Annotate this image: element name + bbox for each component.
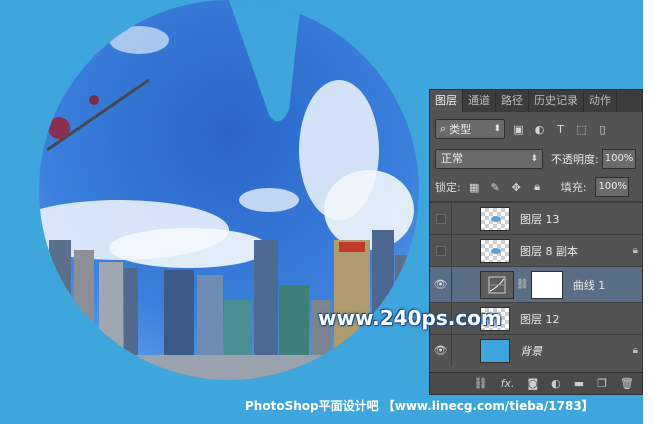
tab-layers[interactable]: 图层 — [430, 90, 463, 112]
adjustment-filter-icon[interactable]: ◐ — [532, 122, 547, 137]
lock-label: 锁定: — [435, 181, 461, 194]
lock-move-icon[interactable]: ✥ — [509, 180, 524, 195]
kind-filter-label: 类型 — [449, 123, 472, 136]
visibility-toggle[interactable] — [430, 235, 452, 266]
layer-row-selected[interactable]: 👁︎ ⛓︎ 曲线 1 — [430, 266, 642, 302]
lock-icon: 🔒︎ — [632, 345, 638, 356]
trash-icon[interactable]: 🗑︎ — [620, 377, 634, 390]
layer-name: 图层 13 — [520, 212, 560, 226]
folder-icon[interactable]: ▬ — [574, 377, 584, 390]
visibility-toggle[interactable]: 👁︎ — [430, 335, 452, 366]
tab-history[interactable]: 历史记录 — [529, 90, 584, 112]
blend-row: 正常 ⬍ 不透明度: 100% — [435, 148, 639, 170]
layer-name: 图层 12 — [520, 312, 560, 326]
layer-row[interactable]: 图层 13 — [430, 202, 642, 234]
kind-filter-select[interactable]: ⌕ 类型 ⬍ — [435, 119, 505, 139]
lock-icon: 🔒︎ — [632, 245, 638, 256]
fill-label: 填充: — [560, 181, 587, 194]
opacity-label: 不透明度: — [551, 153, 599, 166]
mask-icon[interactable]: ◙ — [527, 377, 538, 390]
layer-name: 图层 8 副本 — [520, 244, 578, 258]
link-icon[interactable]: ⛓︎ — [474, 377, 488, 390]
background-thumbnail — [480, 338, 510, 363]
search-icon: ⌕ — [440, 122, 447, 135]
image-filter-icon[interactable]: ▣ — [511, 122, 526, 137]
site-watermark: www.240ps.com — [318, 306, 502, 330]
eye-icon: 👁︎ — [433, 344, 448, 357]
chevron-down-icon: ⬍ — [493, 124, 501, 134]
smart-object-filter-icon[interactable]: ▯ — [595, 122, 610, 137]
lock-paint-icon[interactable]: ✎ — [488, 180, 503, 195]
opacity-input[interactable]: 100% — [601, 149, 636, 169]
fx-icon[interactable]: fx. — [501, 377, 515, 390]
footer-watermark: PhotoShop平面设计吧 【www.linecg.com/tieba/178… — [245, 399, 594, 413]
layer-row[interactable]: 👁︎ 背景 🔒︎ — [430, 334, 642, 366]
blend-mode-select[interactable]: 正常 ⬍ — [435, 149, 543, 169]
lock-row: 锁定: ▦ ✎ ✥ 🔒︎ 填充: 100% — [435, 177, 639, 197]
curves-adjustment-icon — [480, 270, 514, 299]
filter-row: ⌕ 类型 ⬍ ▣ ◐ T ⬚ ▯ — [435, 118, 639, 140]
layer-name: 曲线 1 — [572, 278, 606, 292]
blend-mode-value: 正常 — [441, 152, 463, 165]
tab-paths[interactable]: 路径 — [496, 90, 529, 112]
layers-panel: 图层 通道 路径 历史记录 动作 ⌕ 类型 ⬍ ▣ ◐ T ⬚ ▯ 正常 ⬍ 不… — [429, 89, 643, 395]
link-icon[interactable]: ⛓︎ — [516, 279, 529, 290]
layer-thumbnail — [480, 206, 510, 231]
lock-all-icon[interactable]: 🔒︎ — [530, 180, 545, 195]
layer-row[interactable]: 图层 8 副本 🔒︎ — [430, 234, 642, 266]
hidden-box-icon — [435, 245, 446, 256]
lock-transparent-icon[interactable]: ▦ — [467, 180, 482, 195]
chevron-updown-icon: ⬍ — [530, 154, 538, 164]
layer-thumbnail — [480, 238, 510, 263]
shape-filter-icon[interactable]: ⬚ — [574, 122, 589, 137]
text-filter-icon[interactable]: T — [553, 122, 568, 137]
visibility-toggle[interactable] — [430, 203, 452, 234]
layer-name: 背景 — [520, 344, 542, 358]
panel-footer: ⛓︎ fx. ◙ ◐ ▬ ❐ 🗑︎ — [430, 372, 642, 394]
eye-icon: 👁︎ — [433, 278, 448, 291]
panel-tabs: 图层 通道 路径 历史记录 动作 — [430, 90, 642, 112]
visibility-toggle[interactable]: 👁︎ — [430, 267, 452, 302]
new-layer-icon[interactable]: ❐ — [597, 377, 607, 390]
layer-mask-thumbnail[interactable] — [530, 270, 563, 299]
tab-channels[interactable]: 通道 — [463, 90, 496, 112]
tab-actions[interactable]: 动作 — [584, 90, 617, 112]
fill-input[interactable]: 100% — [595, 177, 630, 197]
hidden-box-icon — [435, 213, 446, 224]
adjustment-icon[interactable]: ◐ — [551, 377, 561, 390]
